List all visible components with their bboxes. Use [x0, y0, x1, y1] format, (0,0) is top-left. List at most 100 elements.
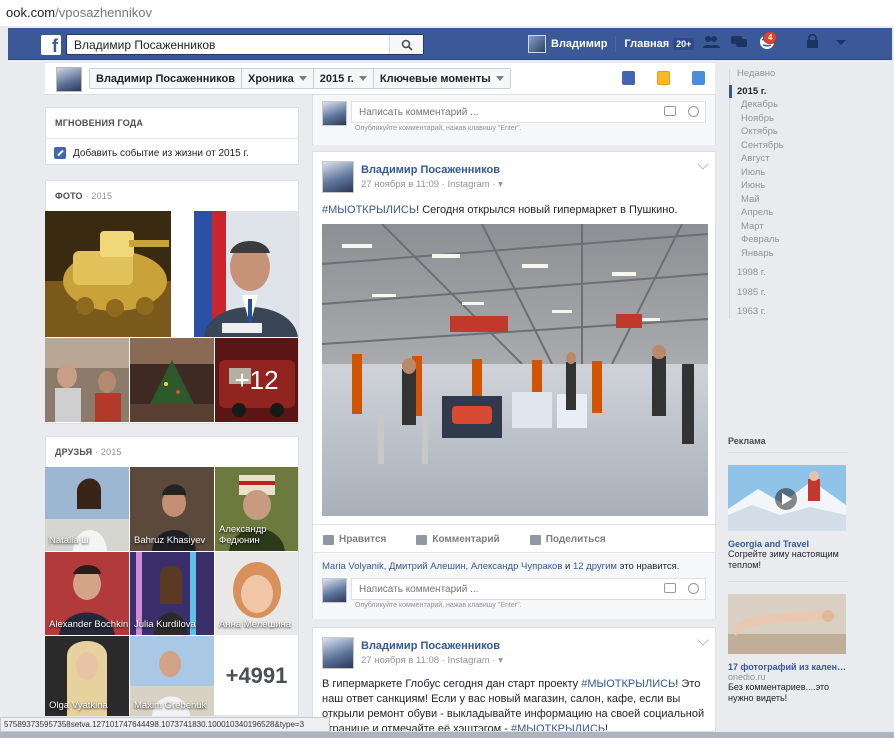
timeline-year-link[interactable]: 1985 г. — [729, 286, 889, 300]
photo-tile-more-photos[interactable]: +12 — [215, 338, 298, 422]
friend-tile[interactable]: Анна Мелешина — [215, 552, 298, 635]
author-avatar[interactable] — [322, 161, 354, 193]
post-text-body: ! Сегодня открылся новый гипермаркет в П… — [416, 204, 678, 216]
timeline-dropdown[interactable]: Хроника — [242, 69, 314, 88]
ad-item[interactable]: Georgia and Travel Согрейте зиму настоящ… — [728, 465, 848, 571]
photo-tile-christmas-tree[interactable] — [130, 338, 214, 422]
more-friends-count[interactable]: +4991 — [215, 636, 298, 716]
author-name[interactable]: Владимир Посаженников — [361, 640, 500, 652]
friend-tile[interactable]: Natalia Li — [45, 467, 129, 551]
photo-tile-portrait[interactable] — [172, 211, 298, 337]
comment-button[interactable]: Комментарий — [416, 534, 500, 545]
timeline-month-link[interactable]: Июль — [729, 166, 889, 180]
ad-text: Согрейте зиму настоящим теплом! — [728, 549, 839, 570]
share-button[interactable]: Поделиться — [529, 534, 606, 545]
timeline-month-link[interactable]: Октябрь — [729, 125, 889, 139]
friend-tile[interactable]: Alexander Bochkin — [45, 552, 129, 635]
timeline-month-link[interactable]: Август — [729, 152, 889, 166]
friend-tile[interactable]: Olga Vyatkina — [45, 636, 129, 716]
likes-and: и — [562, 561, 573, 572]
camera-icon[interactable] — [664, 106, 676, 116]
other-likers-link[interactable]: 12 другим — [573, 561, 617, 572]
ad-title[interactable]: 17 фотографий из кален… — [728, 662, 848, 672]
ads-column: Реклама Georgia and Travel Согрейте зиму… — [728, 436, 848, 704]
post-timestamp[interactable]: 27 ноября в 11:09 · Instagram · — [361, 179, 498, 190]
timeline-current-year[interactable]: 2015 г. — [729, 84, 889, 99]
timeline-month-link[interactable]: Апрель — [729, 206, 889, 220]
timeline-recent-link[interactable]: Недавно — [729, 67, 889, 81]
audience-icon[interactable]: ▾ — [498, 655, 503, 666]
ad-item[interactable]: 17 фотографий из кален… onedio.ru Без ко… — [728, 594, 848, 704]
flag-icon[interactable] — [692, 71, 705, 85]
home-link[interactable]: Главная — [624, 38, 669, 50]
audience-icon[interactable]: ▾ — [498, 179, 503, 190]
timeline-year-link[interactable]: 1998 г. — [729, 266, 889, 280]
lock-settings-icon[interactable] — [804, 34, 822, 50]
hashtag-link[interactable]: #МЫОТКРЫЛИСЬ — [322, 204, 416, 216]
timeline-month-link[interactable]: Сентябрь — [729, 139, 889, 153]
search-button[interactable] — [389, 35, 423, 54]
user-avatar[interactable] — [528, 35, 546, 53]
profile-link[interactable]: Владимир — [551, 38, 607, 50]
comment-tools — [664, 583, 699, 594]
edit-icon[interactable] — [622, 71, 635, 85]
friends-title[interactable]: Друзья — [55, 447, 92, 457]
post-options-chevron-icon[interactable] — [697, 158, 709, 170]
account-menu-chevron-down-icon[interactable] — [832, 34, 850, 50]
author-avatar[interactable] — [322, 637, 354, 669]
author-name[interactable]: Владимир Посаженников — [361, 164, 500, 176]
friend-tile[interactable]: Bahruz Khasiyev — [130, 467, 214, 551]
smiley-icon[interactable] — [688, 106, 699, 117]
messages-icon[interactable] — [730, 34, 748, 50]
ad-image-onedio[interactable] — [728, 594, 846, 654]
timeline-month-link[interactable]: Май — [729, 193, 889, 207]
facebook-logo-icon[interactable]: f — [41, 35, 61, 55]
profile-name-link[interactable]: Владимир Посаженников — [90, 69, 242, 88]
top-navigation-bar: f Владимир Главная 20+ 4 — [8, 28, 892, 60]
friend-name: Maxim Grebenuk — [134, 700, 207, 711]
photo-tile-golden-tank[interactable] — [45, 211, 171, 337]
ad-title[interactable]: Georgia and Travel — [728, 539, 848, 549]
like-button[interactable]: Нравится — [323, 534, 386, 545]
timeline-month-link[interactable]: Март — [729, 220, 889, 234]
timeline-year-navigation: Недавно 2015 г. Декабрь Ноябрь Октябрь С… — [729, 63, 889, 325]
friend-tile[interactable]: Александр Федюнин — [215, 467, 298, 551]
ad-image-georgia[interactable] — [728, 465, 846, 531]
timeline-month-link[interactable]: Февраль — [729, 233, 889, 247]
post-photo-hypermarket[interactable] — [322, 224, 708, 516]
add-life-event-link[interactable]: Добавить событие из жизни от 2015 г. — [46, 138, 298, 167]
post-actions: Нравится Комментарий Поделиться — [313, 524, 715, 554]
profile-avatar[interactable] — [56, 67, 82, 92]
friend-tile[interactable]: Maxim Grebenuk — [130, 636, 214, 716]
camera-icon[interactable] — [664, 583, 676, 593]
friend-name: Julia Kurdilova — [134, 619, 196, 630]
photos-title[interactable]: Фото — [55, 191, 83, 201]
friend-tile[interactable]: Julia Kurdilova — [130, 552, 214, 635]
photo-tile-market-1[interactable] — [45, 338, 129, 422]
hashtag-link[interactable]: #МЫОТКРЫЛИСЬ — [511, 723, 605, 731]
ad-domain[interactable]: onedio.ru — [728, 672, 848, 682]
comment-input[interactable] — [352, 102, 632, 122]
comment-input[interactable] — [352, 579, 632, 599]
search-input[interactable] — [67, 35, 387, 54]
friend-requests-icon[interactable] — [702, 34, 720, 50]
photo-icon[interactable] — [657, 71, 670, 85]
post-timestamp[interactable]: 27 ноября в 11:08 · Instagram · — [361, 655, 498, 666]
timeline-month-link[interactable]: Январь — [729, 247, 889, 261]
smiley-icon[interactable] — [688, 583, 699, 594]
timeline-year-link[interactable]: 1963 г. — [729, 305, 889, 319]
likers-link[interactable]: Maria Volyanik, Дмитрий Алешин, Александ… — [322, 561, 562, 572]
thumbs-up-icon — [323, 534, 334, 545]
cover-nav-icons — [622, 71, 705, 85]
timeline-label: Хроника — [247, 72, 294, 85]
timeline-month-link[interactable]: Ноябрь — [729, 112, 889, 126]
timeline-month-link[interactable]: Декабрь — [729, 98, 889, 112]
address-bar[interactable]: ook.com/vposazhennikov — [0, 0, 894, 26]
year-dropdown[interactable]: 2015 г. — [314, 69, 374, 88]
url-path: /vposazhennikov — [55, 5, 152, 20]
hashtag-link[interactable]: #МЫОТКРЫЛИСЬ — [581, 678, 675, 690]
timeline-month-link[interactable]: Июнь — [729, 179, 889, 193]
post-options-chevron-icon[interactable] — [697, 634, 709, 646]
highlights-label: Ключевые моменты — [379, 72, 491, 85]
highlights-dropdown[interactable]: Ключевые моменты — [374, 69, 510, 88]
